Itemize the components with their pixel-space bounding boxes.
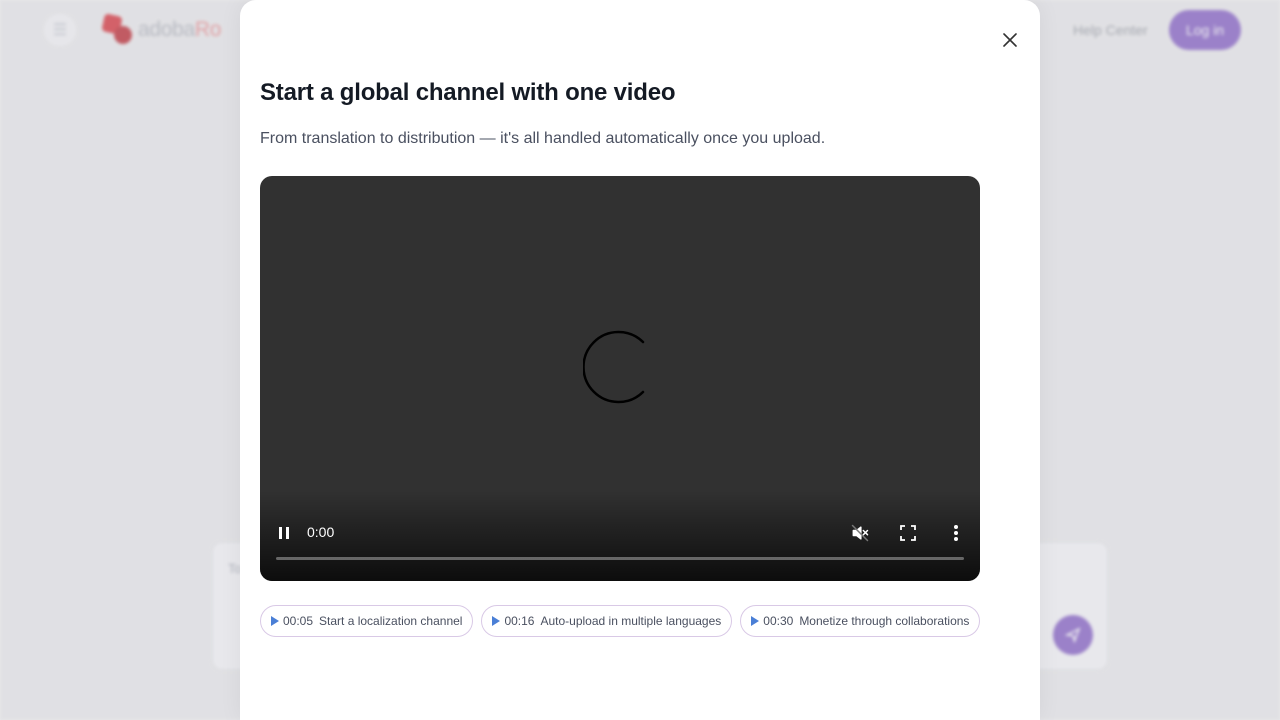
- chapter-time: 00:05: [283, 614, 314, 628]
- play-icon: [271, 616, 279, 626]
- chapter-chip[interactable]: 00:30 Monetize through collaborations: [740, 605, 981, 637]
- chapter-time: 00:30: [763, 614, 794, 628]
- pause-button[interactable]: [272, 521, 296, 545]
- chapter-label: Monetize through collaborations: [799, 614, 970, 628]
- close-icon: [1003, 33, 1017, 47]
- progress-bar[interactable]: [276, 557, 964, 560]
- chapter-label: Auto-upload in multiple languages: [540, 614, 722, 628]
- chapter-time: 00:16: [504, 614, 535, 628]
- volume-muted-icon: [851, 524, 869, 542]
- more-options-button[interactable]: [944, 521, 968, 545]
- fullscreen-icon: [900, 525, 916, 541]
- chapter-label: Start a localization channel: [319, 614, 463, 628]
- chapter-chip[interactable]: 00:05 Start a localization channel: [260, 605, 474, 637]
- play-icon: [492, 616, 501, 626]
- fullscreen-button[interactable]: [896, 521, 920, 545]
- controls-gradient: [260, 491, 980, 581]
- chapter-list: 00:05 Start a localization channel 00:16 Au…: [260, 605, 981, 637]
- video-player[interactable]: 0:00: [260, 176, 980, 581]
- pause-icon: [279, 527, 289, 539]
- more-vert-icon: [954, 525, 958, 541]
- loading-spinner-icon: [583, 330, 645, 404]
- chapter-chip[interactable]: 00:16 Auto-upload in multiple languages: [481, 605, 733, 637]
- current-time: 0:00: [307, 524, 335, 540]
- unmute-button[interactable]: [848, 521, 872, 545]
- modal-subtitle: From translation to distribution — it's …: [260, 130, 826, 147]
- play-icon: [751, 616, 760, 626]
- close-button[interactable]: [995, 25, 1025, 55]
- modal-title: Start a global channel with one video: [260, 79, 676, 106]
